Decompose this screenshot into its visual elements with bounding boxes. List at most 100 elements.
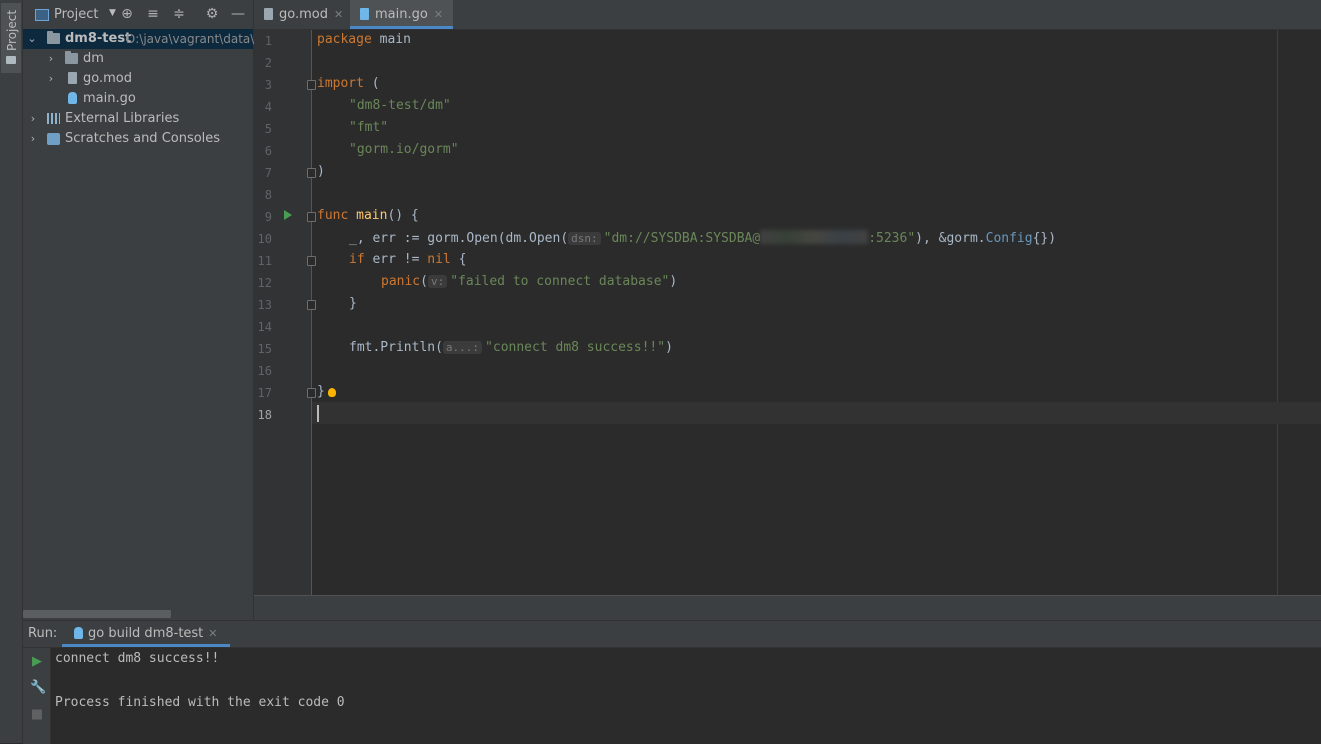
horizontal-scrollbar[interactable] [23,610,171,618]
gutter-separator [311,30,312,595]
folder-icon [47,31,60,44]
project-panel-header: Project ▼ ⊕ ≡ ≑ ⚙ — [23,0,253,30]
console-output-line: connect dm8 success!! [55,651,220,666]
code-line-6: "gorm.io/gorm" [349,142,459,157]
gear-icon[interactable]: ⚙ [204,6,220,22]
rerun-icon[interactable]: ▶ [30,655,44,669]
code-editor[interactable]: 1 2 3 4 5 6 7 8 9 10 11 12 13 14 15 16 1… [254,30,1321,595]
text-caret [317,405,319,422]
line-number: 17 [257,386,272,400]
code-line-7: ) [317,164,325,179]
tree-item-path: D:\java\vagrant\data\ [126,32,255,46]
fold-icon[interactable] [307,212,316,222]
editor-tabs: go.mod ✕ main.go ✕ [254,0,1321,30]
param-hint: a...: [442,341,483,354]
tree-item-label: dm [83,51,104,66]
tree-item-external-libraries[interactable]: › External Libraries [23,109,253,129]
line-number: 4 [264,100,272,114]
code-line-13: } [349,296,357,311]
line-gutter: 1 2 3 4 5 6 7 8 9 10 11 12 13 14 15 16 1… [254,30,311,595]
tree-item-dm[interactable]: › dm [23,49,253,69]
line-number: 13 [257,298,272,312]
go-file-icon [74,627,83,639]
redacted-host [760,230,869,244]
code-line-17: } [317,384,325,399]
stop-icon[interactable]: ■ [30,708,44,722]
chevron-right-icon[interactable]: › [46,69,56,89]
tree-item-go-mod[interactable]: › go.mod [23,69,253,89]
tab-go-mod[interactable]: go.mod ✕ [264,0,343,29]
code-line-10: _, err := gorm.Open(dm.Open(dsn: "dm://SY… [349,230,1057,246]
run-gutter-icon[interactable] [284,210,292,220]
code-line-4: "dm8-test/dm" [349,98,451,113]
close-icon[interactable]: ✕ [334,8,343,21]
line-number: 11 [257,254,272,268]
scratches-icon [47,133,60,145]
project-tool-tab-label: Project [5,9,19,51]
file-icon [68,72,77,84]
code-line-15: fmt.Println(a...: "connect dm8 success!!"… [349,340,673,355]
code-line-9: func main() { [317,208,419,223]
chevron-right-icon[interactable]: › [28,129,38,149]
run-panel: Run: go build dm8-test ✕ ▶ 🔧 ■ connect dm… [23,620,1321,744]
line-number: 18 [257,408,272,422]
code-line-3: import ( [317,76,380,91]
tree-item-label: External Libraries [65,111,180,126]
hide-icon[interactable]: — [230,6,246,22]
run-toolbar: ▶ 🔧 ■ [23,648,51,744]
line-number: 2 [264,56,272,70]
fold-icon[interactable] [307,300,316,310]
tree-item-label: go.mod [83,71,132,86]
code-line-12: panic(v: "failed to connect database") [381,274,678,289]
chevron-right-icon[interactable]: › [28,109,38,129]
current-line-highlight [312,402,1321,424]
chevron-right-icon[interactable]: › [46,49,56,69]
line-number: 6 [264,144,272,158]
project-panel-title[interactable]: Project [54,7,98,22]
go-file-icon [68,92,77,104]
fold-icon[interactable] [307,80,316,90]
run-tab-label: go build dm8-test [88,626,204,641]
project-panel: Project ▼ ⊕ ≡ ≑ ⚙ — ⌄ dm8-test D:\java\v… [23,0,254,620]
console-output-line: Process finished with the exit code 0 [55,695,345,710]
chevron-down-icon[interactable]: ▼ [109,8,116,18]
tree-item-label: Scratches and Consoles [65,131,221,146]
fold-icon[interactable] [307,256,316,266]
tree-item-scratches[interactable]: › Scratches and Consoles [23,129,253,149]
line-number: 14 [257,320,272,334]
tab-label: main.go [375,7,428,22]
file-icon [264,8,273,20]
line-number: 15 [257,342,272,356]
line-number: 10 [257,232,272,246]
collapse-all-icon[interactable]: ≑ [171,6,187,22]
code-line-11: if err != nil { [349,252,467,267]
line-number: 5 [264,122,272,136]
code-line-1: package main [317,32,411,47]
run-panel-header: Run: go build dm8-test ✕ [23,621,1321,648]
tab-main-go[interactable]: main.go ✕ [350,0,454,29]
folder-icon [6,56,16,64]
chevron-down-icon[interactable]: ⌄ [27,29,37,49]
run-panel-label: Run: [28,626,58,641]
line-number: 7 [264,166,272,180]
line-number: 16 [257,364,272,378]
tool-window-strip: Project [0,0,23,743]
tree-item-label: main.go [83,91,136,106]
param-hint: dsn: [568,232,601,245]
close-icon[interactable]: ✕ [208,627,217,640]
fold-icon[interactable] [307,168,316,178]
tree-item-main-go[interactable]: main.go [23,89,253,109]
lightbulb-icon[interactable] [328,388,336,397]
locate-icon[interactable]: ⊕ [119,6,135,22]
folder-icon [65,51,78,64]
go-file-icon [360,8,369,20]
close-icon[interactable]: ✕ [434,8,443,21]
wrench-icon[interactable]: 🔧 [30,681,46,695]
fold-icon[interactable] [307,388,316,398]
tree-item-label: dm8-test [65,31,132,46]
tab-run-config[interactable]: go build dm8-test ✕ [62,621,230,647]
expand-all-icon[interactable]: ≡ [145,6,161,22]
right-margin-guide [1277,30,1278,595]
project-view-icon [35,9,49,21]
tree-item-dm8-test[interactable]: ⌄ dm8-test D:\java\vagrant\data\ [23,29,255,49]
